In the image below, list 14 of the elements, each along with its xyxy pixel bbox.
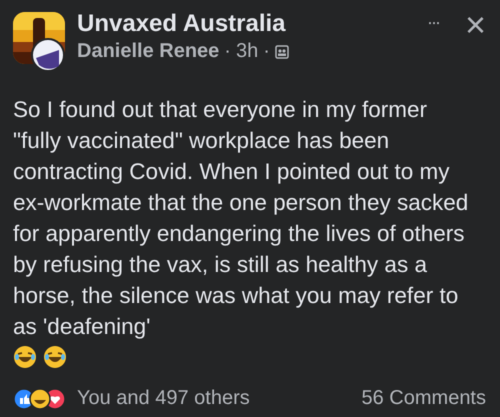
author-name[interactable]: Danielle Renee bbox=[77, 40, 220, 63]
post-text: So I found out that everyone in my former "fully vaccinated" workplace has been contracting Covid. When I pointed out to my ex-workmate that the one person they sacked for apparently endangering the lives of others by refusing the vax, is still as healthy as a horse, the silence was what you may refer to as 'deafening' bbox=[13, 96, 470, 341]
separator: · bbox=[263, 40, 270, 63]
reaction-count[interactable]: You and 497 others bbox=[77, 387, 250, 410]
group-icon bbox=[274, 44, 289, 58]
avatar-icon[interactable] bbox=[31, 38, 65, 72]
comment-count[interactable]: 56 Comments bbox=[362, 387, 486, 410]
laughing-emoji-icon bbox=[43, 345, 67, 369]
post-time[interactable]: 3h bbox=[236, 40, 258, 63]
close-button[interactable]: × bbox=[464, 12, 486, 38]
separator: · bbox=[224, 40, 231, 63]
laughing-emoji-icon bbox=[13, 345, 37, 369]
more-button[interactable]: ··· bbox=[426, 12, 439, 33]
group-name[interactable]: Unvaxed Australia bbox=[77, 10, 419, 38]
